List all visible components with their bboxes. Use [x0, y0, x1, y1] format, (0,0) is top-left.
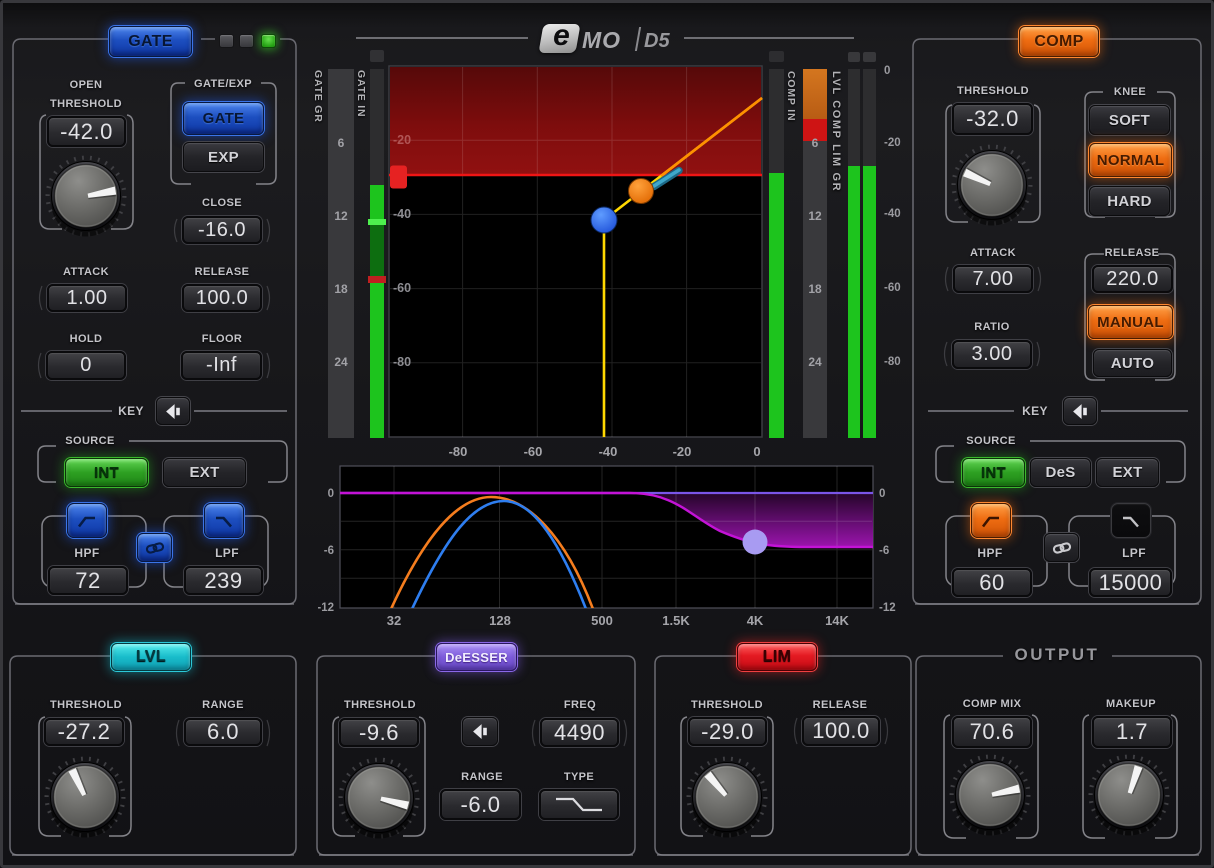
svg-text:-12: -12	[318, 602, 334, 614]
svg-text:-20: -20	[393, 133, 411, 147]
svg-text:-6: -6	[324, 545, 334, 557]
svg-text:-60: -60	[393, 281, 411, 295]
svg-text:-12: -12	[879, 602, 896, 614]
svg-text:-80: -80	[449, 444, 468, 459]
svg-text:4K: 4K	[747, 613, 764, 628]
svg-text:-60: -60	[524, 444, 543, 459]
svg-text:0: 0	[879, 488, 885, 500]
svg-text:128: 128	[489, 613, 511, 628]
svg-text:-6: -6	[879, 545, 889, 557]
svg-text:500: 500	[591, 613, 613, 628]
svg-text:-80: -80	[393, 355, 411, 369]
svg-text:-40: -40	[599, 444, 618, 459]
svg-text:-40: -40	[393, 207, 411, 221]
svg-text:14K: 14K	[825, 613, 849, 628]
svg-text:-20: -20	[673, 444, 692, 459]
svg-text:0: 0	[328, 488, 334, 500]
svg-text:32: 32	[387, 613, 401, 628]
svg-text:0: 0	[753, 444, 760, 459]
svg-text:1.5K: 1.5K	[662, 613, 690, 628]
